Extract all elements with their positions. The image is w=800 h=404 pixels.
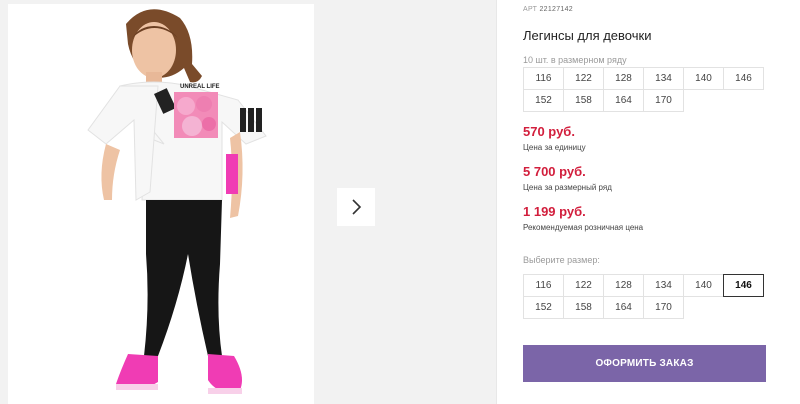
size-option[interactable]: 140 [683, 274, 724, 297]
unit-price-label: Цена за единицу [523, 143, 586, 152]
product-title: Легинсы для девочки [523, 28, 652, 43]
size-option[interactable]: 158 [563, 296, 604, 319]
size-option[interactable]: 164 [603, 296, 644, 319]
size-picker: 116 122 128 134 140 146 152 158 164 170 [523, 274, 768, 319]
size-option[interactable]: 170 [643, 296, 684, 319]
size-set-label: 10 шт. в размерном ряду [523, 55, 627, 65]
retail-price-label: Рекомендуемая розничная цена [523, 223, 644, 232]
size-option[interactable]: 152 [523, 296, 564, 319]
set-size-cell: 116 [523, 67, 564, 90]
set-size-cell: 128 [603, 67, 644, 90]
product-photo: UNREAL LIFE [8, 4, 314, 404]
set-price: 5 700 руб. [523, 164, 586, 179]
product-gallery: UNREAL LIFE [0, 0, 496, 404]
panel-divider [496, 0, 497, 404]
set-size-cell: 146 [723, 67, 764, 90]
set-size-cell: 122 [563, 67, 604, 90]
size-option[interactable]: 116 [523, 274, 564, 297]
set-price-label: Цена за размерный ряд [523, 183, 612, 192]
size-option[interactable]: 146 [723, 274, 764, 297]
girl-in-leggings-image: UNREAL LIFE [8, 4, 314, 404]
set-size-cell: 152 [523, 89, 564, 112]
article-label: АРТ [523, 6, 538, 13]
retail-price: 1 199 руб. [523, 204, 586, 219]
unit-price: 570 руб. [523, 124, 575, 139]
set-size-cell: 134 [643, 67, 684, 90]
choose-size-label: Выберите размер: [523, 255, 600, 265]
size-option[interactable]: 128 [603, 274, 644, 297]
size-option[interactable]: 134 [643, 274, 684, 297]
next-image-button[interactable] [337, 188, 375, 226]
chevron-right-icon [352, 199, 362, 215]
shirt-print-text: UNREAL LIFE [180, 84, 220, 90]
size-set-grid: 116 122 128 134 140 146 152 158 164 170 [523, 67, 768, 112]
set-size-cell: 158 [563, 89, 604, 112]
set-size-cell: 170 [643, 89, 684, 112]
set-size-cell: 164 [603, 89, 644, 112]
article-code: 22127142 [539, 6, 573, 13]
size-option[interactable]: 122 [563, 274, 604, 297]
place-order-button[interactable]: ОФОРМИТЬ ЗАКАЗ [523, 345, 766, 382]
set-size-cell: 140 [683, 67, 724, 90]
article-number: АРТ 22127142 [523, 6, 573, 13]
